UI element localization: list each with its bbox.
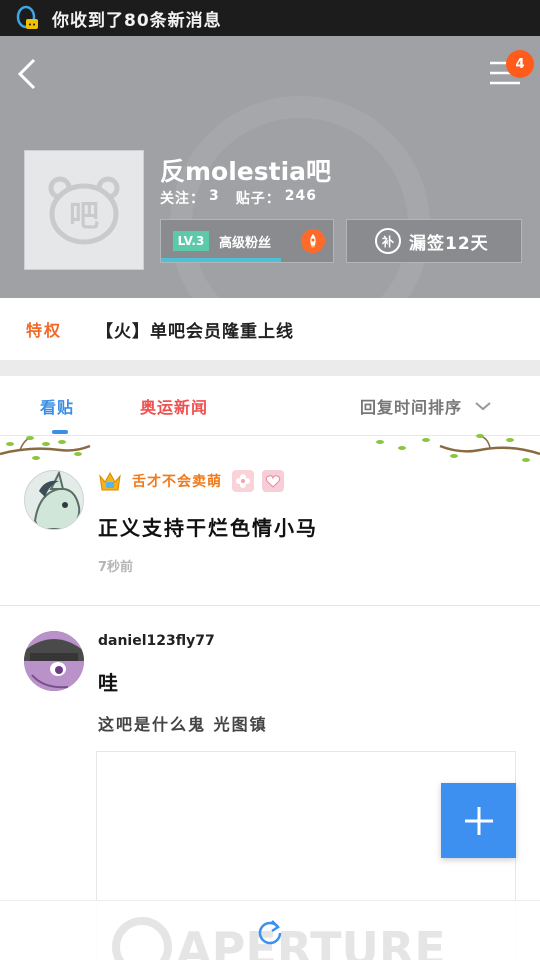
thread-author-name[interactable]: daniel123fly77 bbox=[98, 633, 215, 649]
thread-body: 这吧是什么鬼 光图镇 bbox=[98, 715, 268, 734]
refresh-icon[interactable] bbox=[256, 917, 284, 945]
sort-label: 回复时间排序 bbox=[360, 398, 463, 417]
bottom-refresh-bar: APERTURE bbox=[0, 900, 540, 960]
signin-button[interactable]: 补 漏签12天 bbox=[346, 219, 522, 263]
follow-label: 关注： bbox=[160, 191, 205, 207]
forum-logo-icon: 吧 bbox=[48, 176, 120, 245]
tab-olympic-news[interactable]: 奥运新闻 bbox=[140, 394, 208, 418]
user-avatar[interactable] bbox=[24, 470, 84, 530]
thread-title[interactable]: 哇 bbox=[98, 667, 118, 696]
signin-label: 漏签12天 bbox=[409, 233, 489, 254]
thread-author-row: 舌才不会卖萌 bbox=[98, 470, 284, 492]
crown-icon bbox=[99, 471, 121, 491]
follow-count: 3 bbox=[209, 188, 220, 204]
user-avatar[interactable] bbox=[24, 631, 84, 691]
makeup-signin-icon: 补 bbox=[375, 228, 401, 254]
privilege-text: 【火】单吧会员隆重上线 bbox=[96, 321, 294, 342]
tab-bar: 看贴 奥运新闻 回复时间排序 bbox=[0, 376, 540, 436]
forum-name: 反molestia吧 bbox=[160, 157, 332, 186]
level-title: 高级粉丝 bbox=[219, 236, 272, 251]
new-post-button[interactable] bbox=[441, 783, 516, 858]
aperture-watermark: APERTURE bbox=[112, 917, 446, 960]
tab-posts[interactable]: 看贴 bbox=[40, 394, 74, 418]
status-bar: •• 你收到了80条新消息 bbox=[0, 0, 540, 36]
privilege-label: 特权 bbox=[26, 321, 63, 340]
forum-stats: 关注： 3 贴子： 246 bbox=[160, 188, 317, 208]
watermark-text: APERTURE bbox=[176, 922, 446, 960]
posts-label: 贴子： bbox=[235, 191, 281, 207]
sort-dropdown[interactable]: 回复时间排序 bbox=[360, 394, 492, 418]
level-tag: LV.3 bbox=[173, 231, 209, 251]
plus-icon bbox=[464, 806, 493, 835]
thread-author-row: daniel123fly77 bbox=[98, 633, 215, 649]
flower-badge-icon bbox=[232, 470, 254, 492]
svg-text:吧: 吧 bbox=[69, 199, 99, 234]
svg-text:••: •• bbox=[28, 21, 36, 29]
rocket-icon bbox=[301, 229, 325, 253]
thread-item[interactable]: 舌才不会卖萌 正义支持干烂色情小马 7秒前 bbox=[0, 462, 540, 606]
notification-text: 你收到了80条新消息 bbox=[52, 10, 222, 31]
back-button[interactable] bbox=[14, 54, 44, 94]
forum-header: 4 吧 反molestia吧 关注： 3 贴子： 246 LV.3 高级粉丝 补… bbox=[0, 36, 540, 298]
thread-author-name[interactable]: 舌才不会卖萌 bbox=[132, 471, 222, 491]
section-divider bbox=[0, 360, 540, 376]
chevron-down-icon bbox=[475, 402, 491, 411]
qq-notification-icon: •• bbox=[16, 5, 38, 29]
thread-title[interactable]: 正义支持干烂色情小马 bbox=[98, 512, 318, 541]
heart-badge-icon bbox=[262, 470, 284, 492]
menu-badge: 4 bbox=[506, 50, 534, 78]
member-level-button[interactable]: LV.3 高级粉丝 bbox=[160, 219, 334, 263]
posts-count: 246 bbox=[284, 188, 317, 204]
forum-avatar[interactable]: 吧 bbox=[24, 150, 144, 270]
level-progress-bar bbox=[161, 258, 282, 262]
privilege-row[interactable]: 特权 【火】单吧会员隆重上线 bbox=[0, 298, 540, 360]
thread-time: 7秒前 bbox=[98, 560, 134, 575]
